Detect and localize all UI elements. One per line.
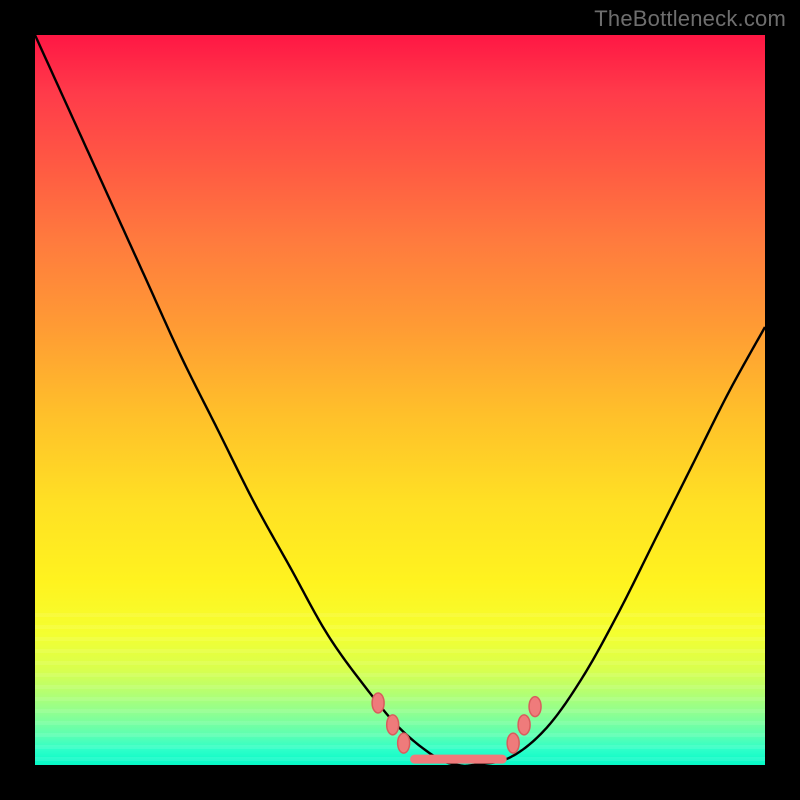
watermark-text: TheBottleneck.com	[594, 6, 786, 32]
flank-marker-left-1	[387, 715, 399, 735]
chart-frame: TheBottleneck.com	[0, 0, 800, 800]
flank-marker-left-2	[398, 733, 410, 753]
flank-marker-left-0	[372, 693, 384, 713]
plot-area	[35, 35, 765, 765]
flank-marker-right-1	[518, 715, 530, 735]
curve-layer	[35, 35, 765, 765]
flank-marker-right-2	[529, 697, 541, 717]
flank-marker-right-0	[507, 733, 519, 753]
marker-group	[372, 693, 541, 753]
bottleneck-curve	[35, 35, 765, 765]
